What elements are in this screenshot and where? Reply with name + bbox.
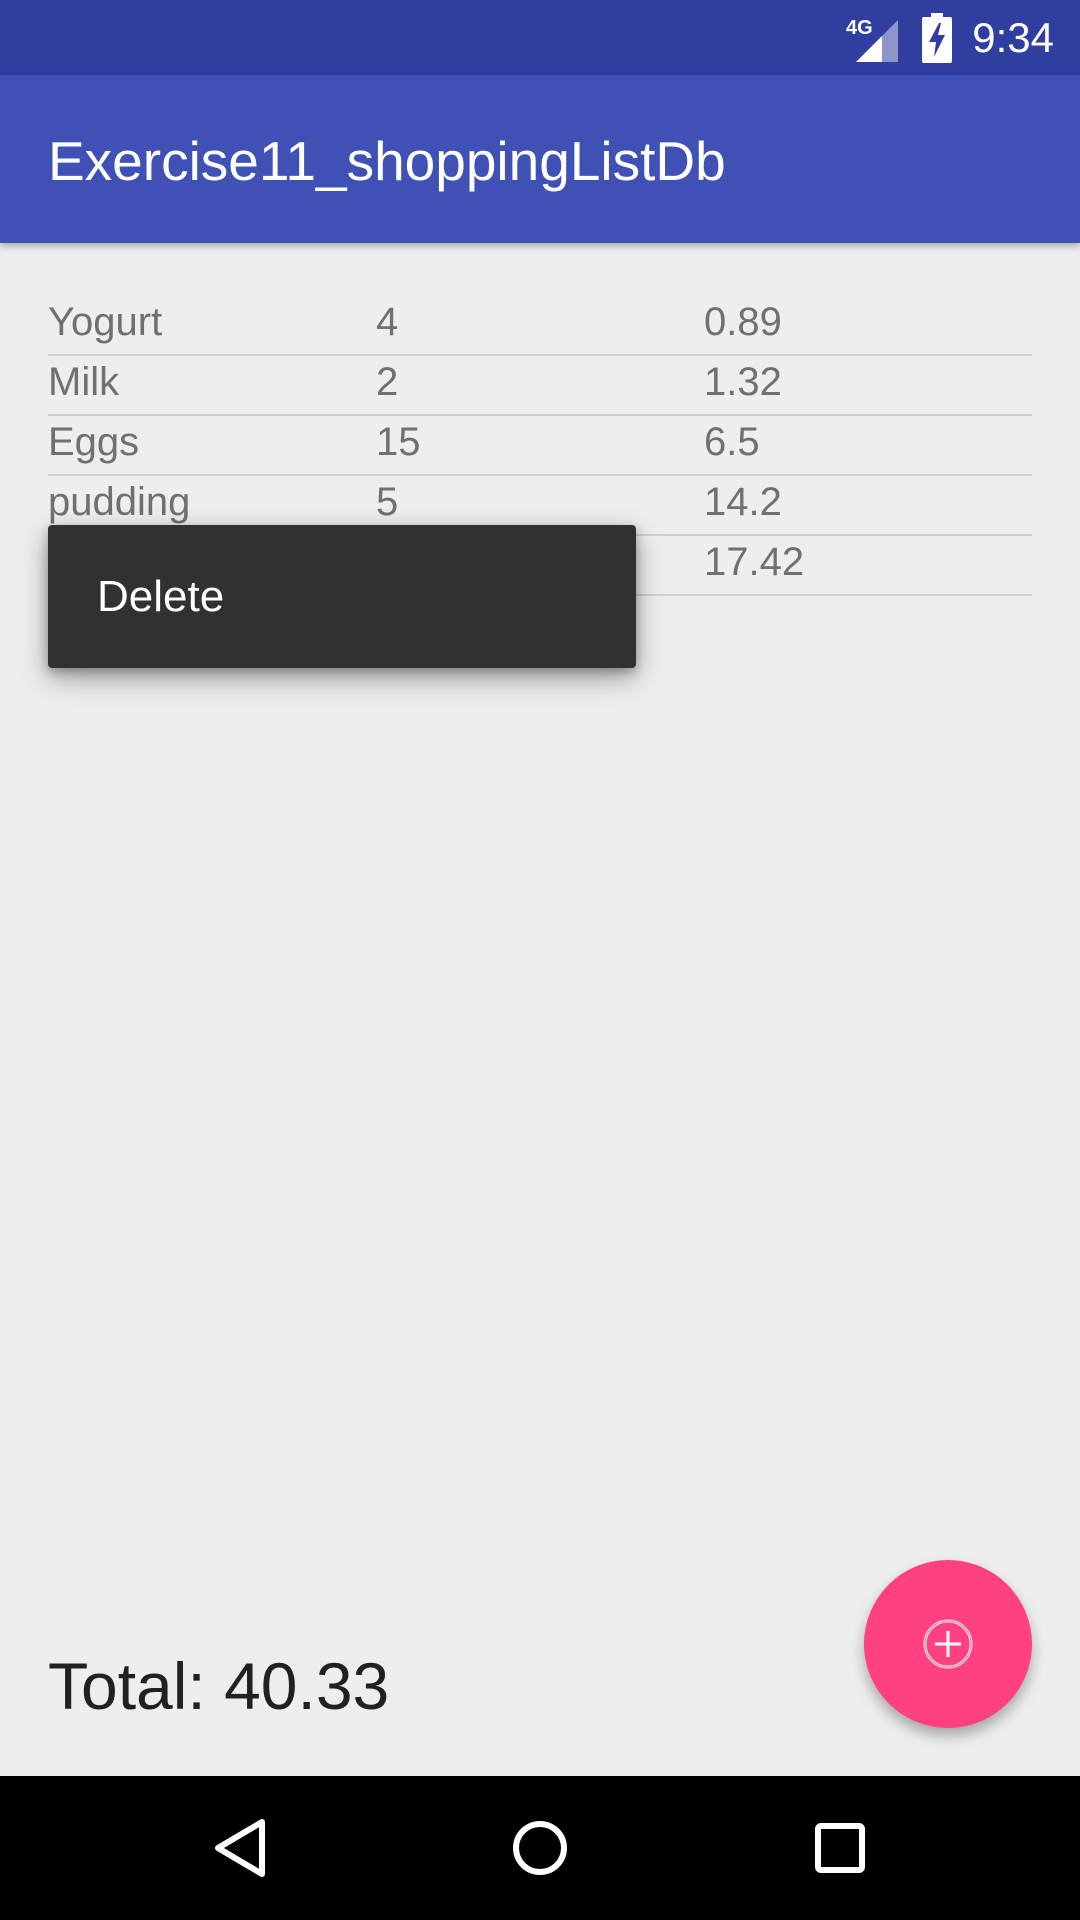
app-bar: Exercise11_shoppingListDb (0, 75, 1080, 243)
item-price: 14.2 (704, 480, 782, 524)
item-quantity: 4 (376, 300, 399, 344)
context-menu: Delete (48, 525, 636, 668)
item-quantity: 15 (376, 420, 421, 464)
item-quantity: 5 (376, 480, 399, 524)
nav-back-button[interactable] (192, 1800, 288, 1896)
signal-4g-icon: 4G (846, 17, 898, 62)
battery-charging-icon (922, 13, 952, 63)
status-time: 9:34 (972, 14, 1054, 61)
item-name: Yogurt (48, 300, 163, 344)
delete-menu-item[interactable]: Delete (48, 525, 636, 668)
recents-square-icon (815, 1823, 865, 1873)
navigation-bar (0, 1776, 1080, 1920)
item-name: Eggs (48, 420, 140, 464)
add-circle-icon (923, 1619, 973, 1669)
item-quantity: 2 (376, 360, 399, 404)
item-price: 17.42 (704, 540, 805, 584)
add-item-button[interactable] (864, 1560, 1032, 1728)
home-circle-icon (513, 1821, 567, 1875)
list-item[interactable]: Milk 2 1.32 (48, 356, 1032, 416)
nav-home-button[interactable] (492, 1800, 588, 1896)
back-triangle-icon (215, 1819, 265, 1877)
item-name: pudding (48, 480, 191, 524)
app-title: Exercise11_shoppingListDb (48, 130, 726, 192)
network-type-label: 4G (846, 17, 873, 39)
item-price: 0.89 (704, 300, 782, 344)
item-price: 6.5 (704, 420, 760, 464)
list-item[interactable]: Yogurt 4 0.89 (48, 296, 1032, 356)
item-price: 1.32 (704, 360, 782, 404)
nav-recents-button[interactable] (792, 1800, 888, 1896)
list-item[interactable]: Eggs 15 6.5 (48, 416, 1032, 476)
item-name: Milk (48, 360, 120, 404)
status-bar: 4G 9:34 (0, 0, 1080, 75)
total-label: Total: 40.33 (48, 1649, 390, 1723)
